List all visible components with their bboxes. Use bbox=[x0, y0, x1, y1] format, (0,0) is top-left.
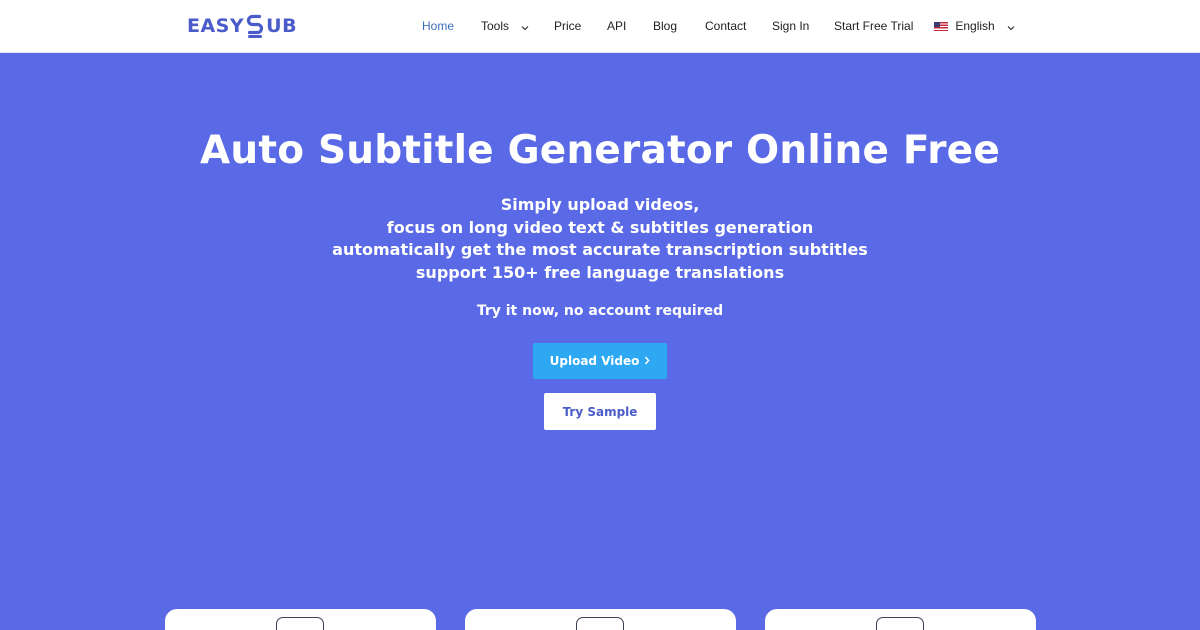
nav-home[interactable]: Home bbox=[422, 18, 454, 34]
hero-line: Simply upload videos, bbox=[500, 195, 700, 214]
hero-title: Auto Subtitle Generator Online Free bbox=[200, 128, 1000, 173]
feature-card bbox=[465, 609, 736, 630]
nav-tools[interactable]: Tools bbox=[481, 18, 529, 35]
nav-price[interactable]: Price bbox=[554, 18, 581, 34]
chevron-right-icon bbox=[644, 354, 650, 368]
nav-api[interactable]: API bbox=[607, 18, 626, 34]
feature-card bbox=[765, 609, 1036, 630]
upload-video-label: Upload Video bbox=[549, 354, 640, 368]
hero-line: automatically get the most accurate tran… bbox=[332, 240, 868, 259]
nav-sign-in[interactable]: Sign In bbox=[772, 18, 809, 34]
nav-tools-label: Tools bbox=[481, 19, 510, 33]
chevron-down-icon bbox=[1007, 19, 1015, 35]
language-selector[interactable]: English bbox=[934, 18, 1015, 35]
nav-blog[interactable]: Blog bbox=[653, 18, 677, 34]
try-now-text: Try it now, no account required bbox=[476, 303, 724, 319]
top-navbar: EASY UB Home Tools Price API Blog Contac… bbox=[0, 0, 1200, 53]
hero-line: focus on long video text & subtitles gen… bbox=[386, 217, 814, 237]
try-sample-button[interactable]: Try Sample bbox=[544, 393, 656, 430]
hero-description: Simply upload videos, focus on long vide… bbox=[0, 194, 1200, 284]
nav-contact[interactable]: Contact bbox=[705, 18, 746, 34]
us-flag-icon bbox=[934, 22, 948, 31]
main-nav: Home Tools Price API Blog Contact Sign I… bbox=[0, 0, 1200, 53]
hero-line: support 150+ free language translations bbox=[415, 262, 785, 282]
feature-card-icon bbox=[576, 617, 624, 630]
language-label: English bbox=[955, 19, 995, 33]
feature-card bbox=[165, 609, 436, 630]
upload-video-button[interactable]: Upload Video bbox=[533, 343, 667, 379]
feature-card-icon bbox=[876, 617, 924, 630]
nav-start-free-trial[interactable]: Start Free Trial bbox=[834, 18, 913, 34]
chevron-down-icon bbox=[521, 19, 529, 35]
feature-card-icon bbox=[276, 617, 324, 630]
